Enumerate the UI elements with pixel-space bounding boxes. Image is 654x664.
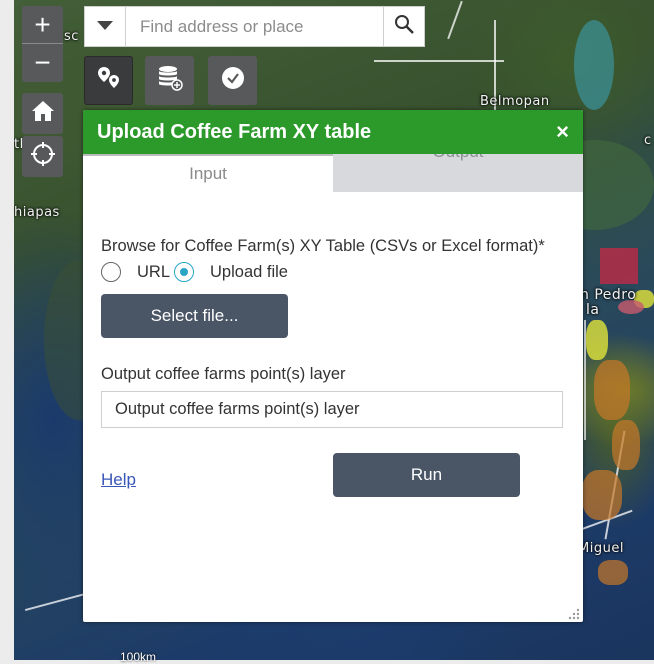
farm-area[interactable] — [582, 470, 622, 520]
tab-input[interactable]: Input — [83, 154, 333, 192]
panel-header: Upload Coffee Farm XY table × — [83, 110, 583, 154]
home-icon — [31, 100, 55, 127]
farm-area[interactable] — [586, 320, 608, 360]
farm-area[interactable] — [594, 360, 630, 420]
search-icon — [394, 14, 414, 39]
zoom-in-button[interactable]: + — [22, 6, 63, 44]
radio-upload-file[interactable] — [174, 262, 195, 282]
tab-output[interactable]: Output — [333, 154, 583, 192]
map-scale-bar: 100km — [120, 650, 157, 664]
run-button[interactable]: Run — [333, 453, 520, 497]
output-layer-input[interactable] — [101, 391, 563, 428]
upload-farm-xy-widget-button[interactable] — [84, 56, 133, 105]
search-button[interactable] — [383, 7, 424, 46]
map-label-partial: c — [644, 133, 652, 148]
radio-url-label: URL — [137, 262, 171, 281]
search-input[interactable] — [126, 7, 383, 46]
select-file-button[interactable]: Select file... — [101, 294, 288, 338]
zoom-control: + − — [22, 6, 63, 82]
farm-area[interactable] — [598, 560, 628, 585]
panel-body: Browse for Coffee Farm(s) XY Table (CSVs… — [83, 236, 583, 522]
check-circle-icon — [220, 65, 246, 96]
chevron-down-icon — [97, 18, 113, 36]
map-label-san-pedro: n Pedro — [580, 287, 637, 303]
output-layer-label: Output coffee farms point(s) layer — [101, 365, 346, 383]
add-data-widget-button[interactable] — [145, 56, 194, 105]
map-label-belmopan: Belmopan — [480, 94, 550, 109]
reef-shade — [574, 20, 614, 110]
analysis-widget-button[interactable] — [208, 56, 257, 105]
my-location-button[interactable] — [22, 136, 63, 177]
radio-url[interactable] — [101, 262, 121, 282]
home-button[interactable] — [22, 93, 63, 134]
border-line — [374, 60, 504, 62]
tab-output-label: Output — [432, 154, 483, 162]
panel-tabs: Input Output — [83, 154, 583, 192]
resize-handle-icon[interactable] — [568, 607, 580, 620]
map-pins-icon — [96, 65, 122, 96]
source-radio-group: URL Upload file — [101, 262, 565, 282]
database-add-icon — [156, 64, 184, 97]
map-label-chiapas: hiapas — [14, 205, 60, 220]
browse-label: Browse for Coffee Farm(s) XY Table (CSVs… — [101, 237, 545, 255]
search-widget — [84, 6, 425, 47]
locate-icon — [30, 141, 56, 172]
upload-xy-panel: Upload Coffee Farm XY table × Input Outp… — [83, 110, 583, 622]
tab-input-label: Input — [189, 164, 227, 183]
panel-actions: Help Run — [101, 452, 565, 522]
farm-area[interactable] — [612, 420, 640, 470]
help-link[interactable]: Help — [101, 470, 136, 490]
panel-title: Upload Coffee Farm XY table — [97, 120, 372, 143]
border-line — [447, 0, 463, 40]
zoom-out-button[interactable]: − — [22, 44, 63, 82]
close-icon[interactable]: × — [556, 121, 569, 143]
farm-area-highlight[interactable] — [600, 248, 638, 284]
map-label-miguel: Miguel — [578, 541, 624, 556]
map-label-partial: sc — [64, 29, 79, 44]
search-source-dropdown[interactable] — [85, 7, 126, 46]
map-label-sula: la — [586, 302, 600, 318]
radio-upload-file-label: Upload file — [210, 262, 288, 281]
radio-selected-dot — [180, 268, 189, 276]
